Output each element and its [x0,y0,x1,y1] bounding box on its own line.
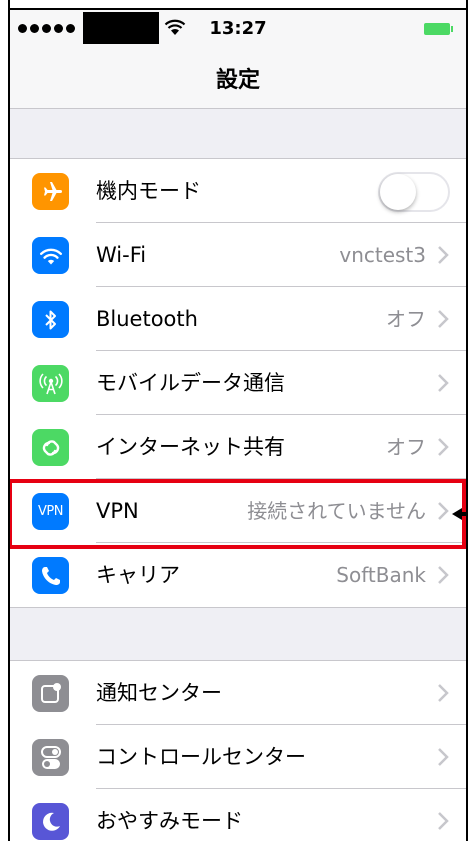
chevron-right-icon [438,246,449,264]
settings-screen: 13:27 設定 機内モード Wi-Fi vnctest3 Bluetooth … [0,0,476,841]
status-time: 13:27 [209,18,267,39]
settings-row-cellular[interactable]: モバイルデータ通信 [10,351,466,415]
row-label: コントロールセンター [96,745,306,769]
chevron-right-icon [438,438,449,456]
row-value: オフ [386,435,426,459]
control-center-icon [32,739,69,776]
row-label: 機内モード [96,179,201,203]
settings-row-airplane-mode[interactable]: 機内モード [10,159,466,223]
settings-row-bluetooth[interactable]: Bluetooth オフ [10,287,466,351]
row-value: vnctest3 [339,243,426,267]
chevron-right-icon [438,684,449,702]
settings-row-carrier[interactable]: キャリア SoftBank [10,543,466,607]
row-label: インターネット共有 [96,435,285,459]
wifi-icon [32,237,69,274]
page-title: 設定 [215,68,260,93]
airplane-mode-toggle[interactable] [378,172,450,212]
navigation-bar: 13:27 設定 [10,10,466,109]
row-value: SoftBank [336,563,426,587]
chevron-right-icon [438,310,449,328]
settings-row-personal-hotspot[interactable]: インターネット共有 オフ [10,415,466,479]
row-label: Wi-Fi [96,243,147,267]
phone-icon [32,557,69,594]
row-label: キャリア [96,563,180,587]
row-label: Bluetooth [96,307,198,331]
settings-row-control-center[interactable]: コントロールセンター [10,725,466,789]
chevron-right-icon [438,566,449,584]
cellular-icon [32,365,69,402]
row-label: おやすみモード [96,809,243,833]
hotspot-icon [32,429,69,466]
airplane-icon [32,173,69,210]
chevron-right-icon [438,748,449,766]
settings-group-system: 通知センター コントロールセンター おやすみモード [10,660,466,841]
settings-row-wifi[interactable]: Wi-Fi vnctest3 [10,223,466,287]
battery-icon [424,23,454,35]
notification-center-icon [32,675,69,712]
settings-row-do-not-disturb[interactable]: おやすみモード [10,789,466,841]
row-label: 通知センター [96,681,222,705]
vpn-highlight-box [8,479,466,549]
frame-border-right [466,0,476,841]
moon-icon [32,803,69,840]
chevron-right-icon [438,374,449,392]
row-value: オフ [386,307,426,331]
settings-row-notification-center[interactable]: 通知センター [10,661,466,725]
frame-border-top [0,0,476,10]
status-bar: 13:27 [10,10,466,46]
row-label: モバイルデータ通信 [96,371,285,395]
chevron-right-icon [438,812,449,830]
bluetooth-icon [32,301,69,338]
frame-border-left [0,0,10,841]
